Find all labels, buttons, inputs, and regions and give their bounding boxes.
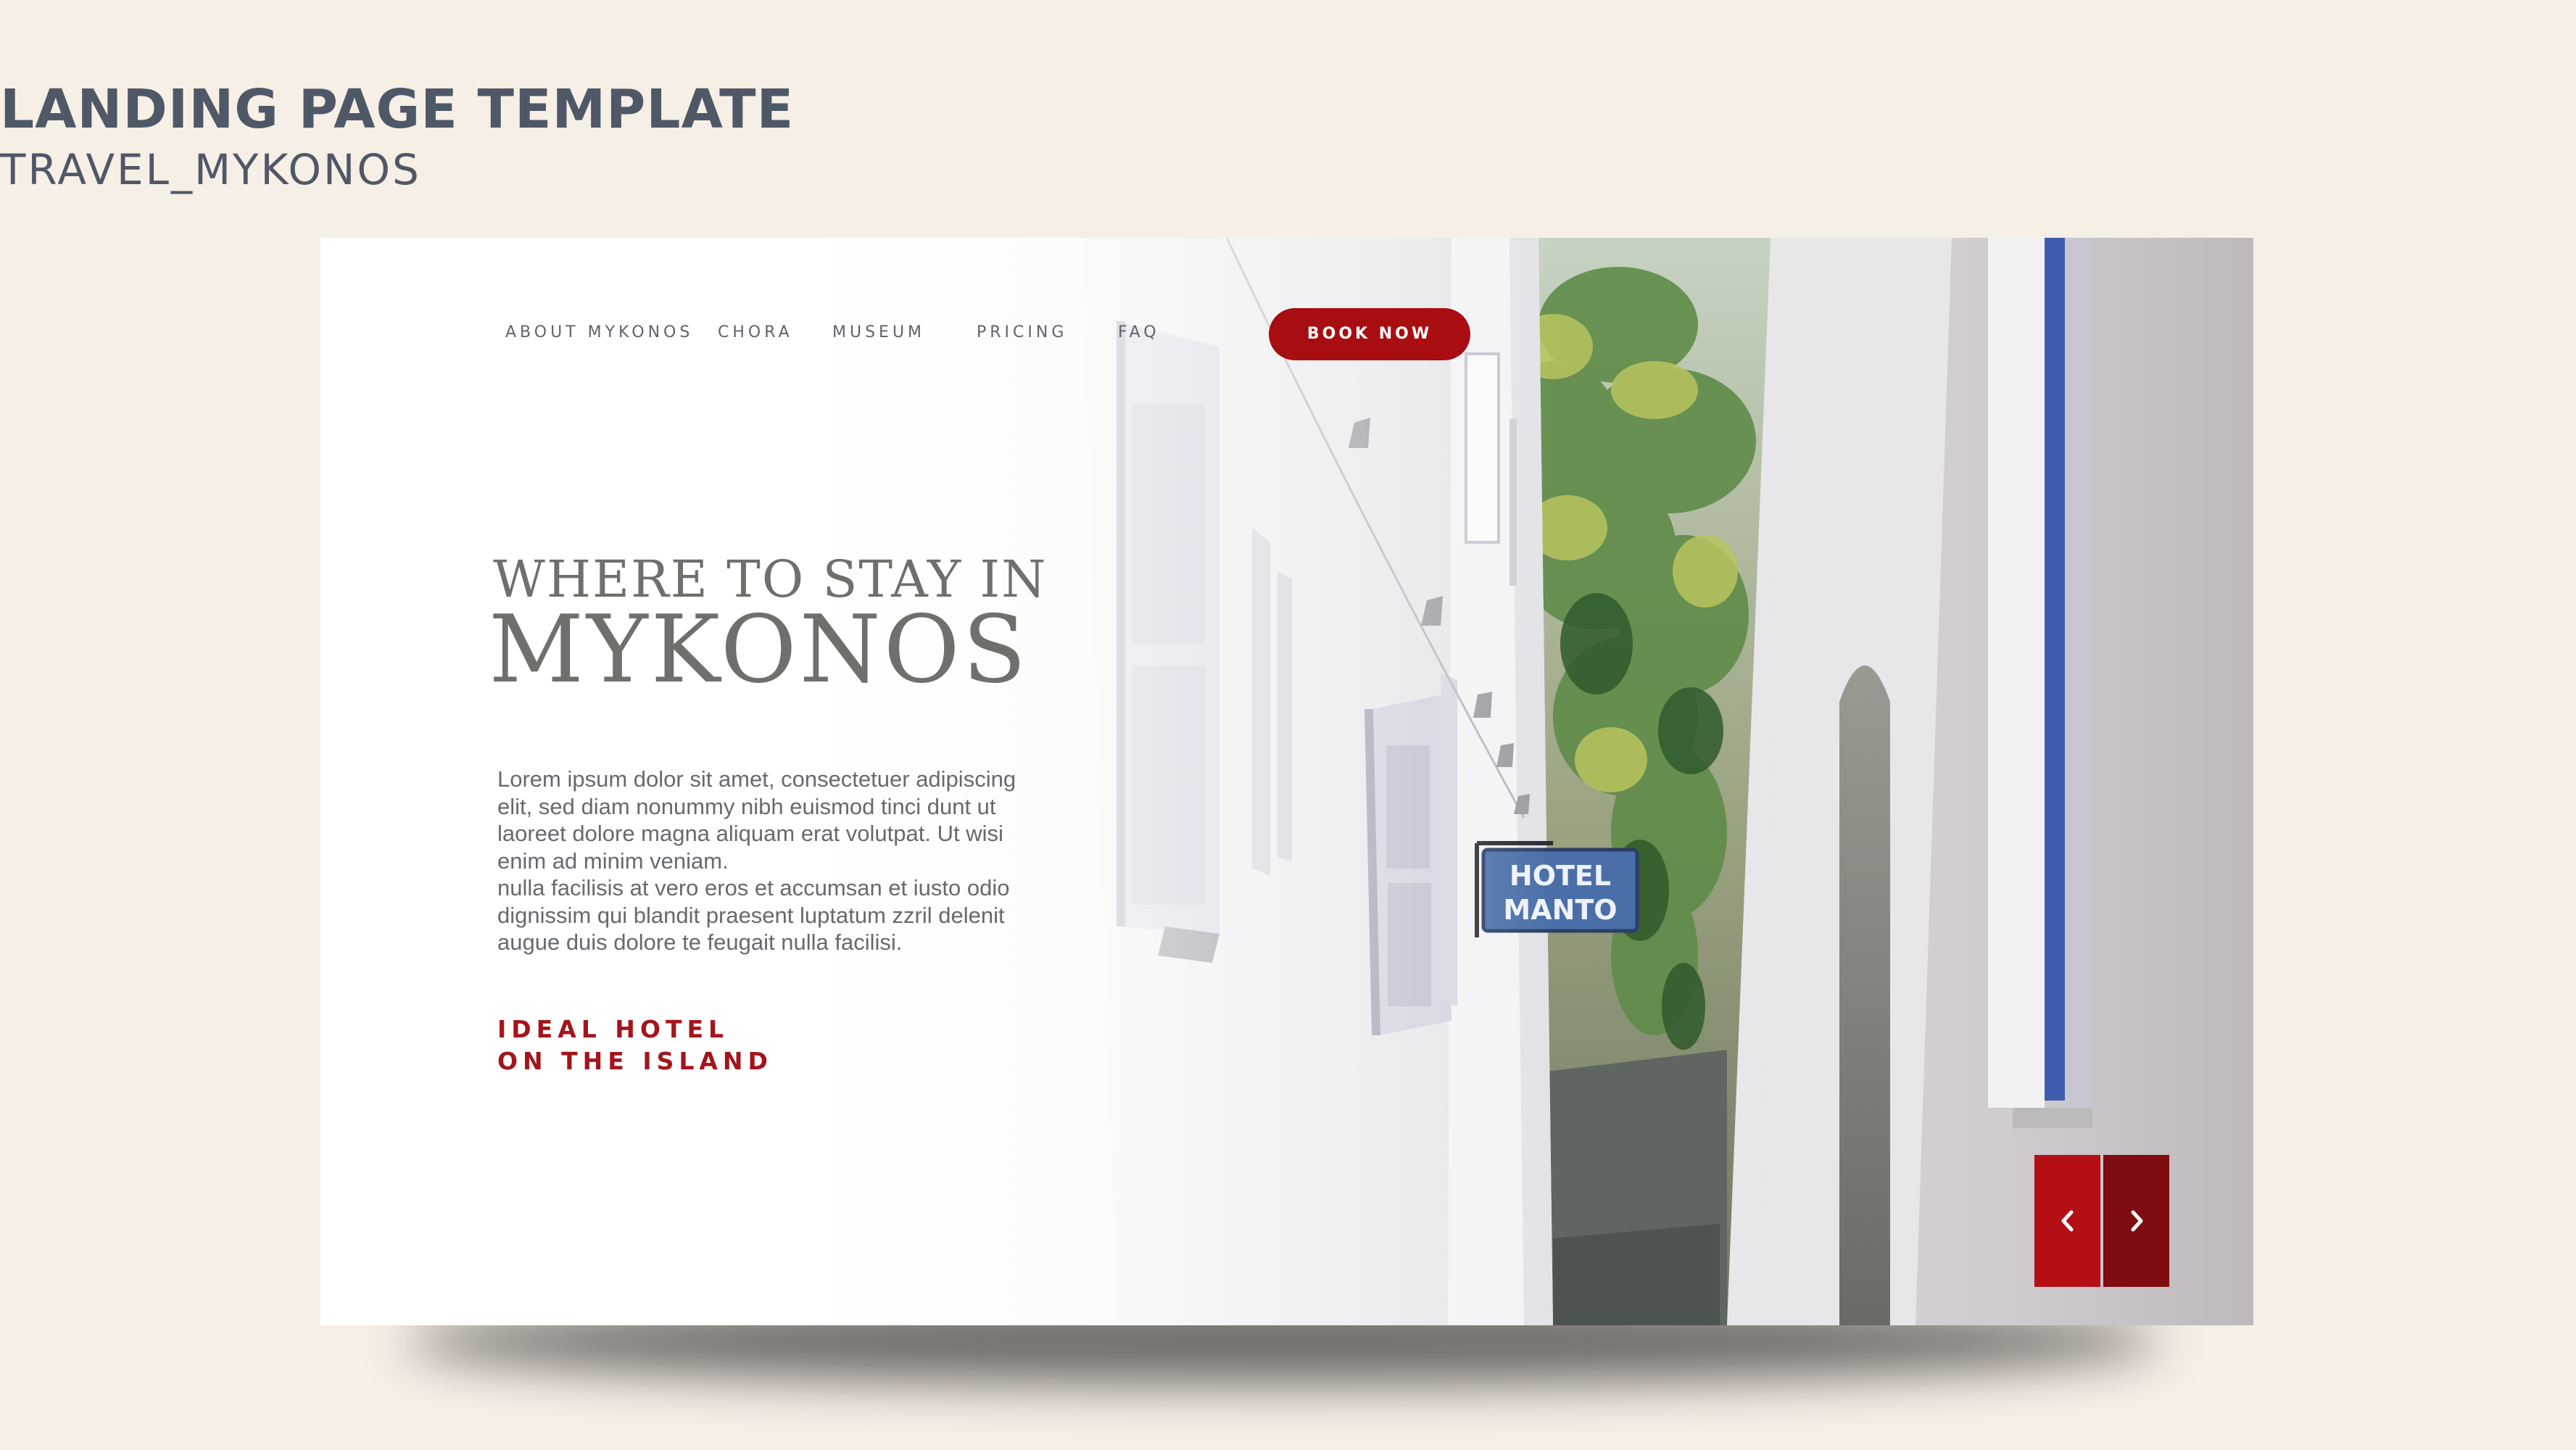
chevron-right-icon: [2131, 1210, 2142, 1232]
book-now-button[interactable]: BOOK NOW: [1269, 308, 1470, 360]
nav-museum[interactable]: MUSEUM: [832, 323, 925, 341]
nav-about-mykonos[interactable]: ABOUT MYKONOS: [505, 323, 693, 341]
hero-body-line: enim ad minim veniam.: [497, 848, 729, 874]
hero-body-text: Lorem ipsum dolor sit amet, consectetuer…: [497, 766, 1027, 956]
hero-title: MYKONOS: [489, 596, 1030, 704]
hero-body-line: nulla facilisis at vero eros et accumsan…: [497, 875, 1010, 900]
hero-body-line: augue duis dolore te feugait nulla facil…: [497, 929, 903, 955]
page-heading: LANDING PAGE TEMPLATE: [0, 78, 795, 141]
slider-next-button[interactable]: [2103, 1155, 2169, 1287]
page-subheading: TRAVEL_MYKONOS: [0, 145, 421, 194]
hero-body-line: Lorem ipsum dolor sit amet, consectetuer…: [497, 766, 1016, 792]
tagline-line2: ON THE ISLAND: [497, 1047, 773, 1075]
nav-pricing[interactable]: PRICING: [977, 323, 1067, 341]
hero-tagline: IDEAL HOTEL ON THE ISLAND: [497, 1014, 773, 1077]
slider-prev-button[interactable]: [2034, 1155, 2100, 1287]
nav-faq[interactable]: FAQ: [1118, 323, 1160, 341]
landing-page-mockup: HOTEL MANTO ABOUT MYKONOS CHORA MUSEUM P…: [320, 238, 2253, 1325]
slider-controls: [2034, 1155, 2169, 1287]
tagline-line1: IDEAL HOTEL: [497, 1015, 729, 1043]
hero-body-line: elit, sed diam nonummy nibh euismod tinc…: [497, 793, 996, 819]
hero-body-line: dignissim qui blandit praesent luptatum …: [497, 902, 1005, 928]
chevron-left-icon: [2061, 1210, 2073, 1232]
nav-chora[interactable]: CHORA: [718, 323, 793, 341]
hero-body-line: laoreet dolore magna aliquam erat volutp…: [497, 821, 1003, 846]
